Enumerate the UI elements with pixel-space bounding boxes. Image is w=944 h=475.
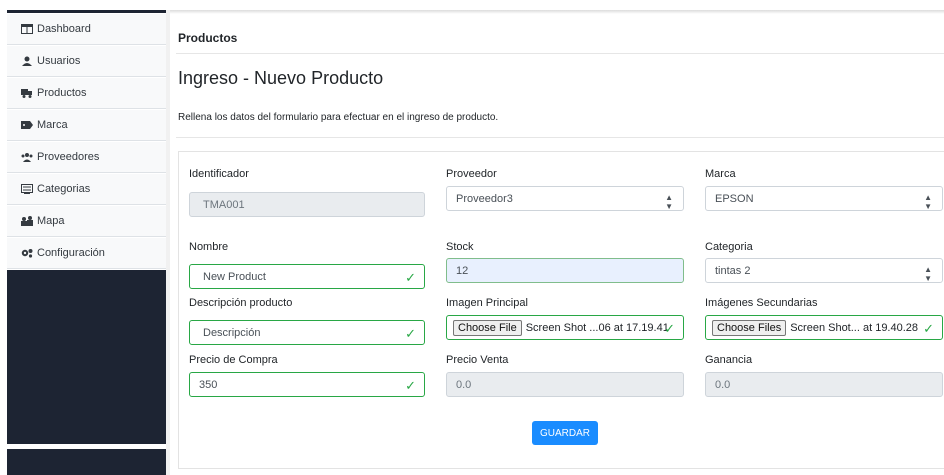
users-icon (21, 152, 33, 162)
stock-label: Stock (446, 241, 474, 253)
breadcrumb: Productos (178, 31, 238, 45)
sidebar-item-marca[interactable]: Marca (7, 110, 166, 141)
truck-icon (21, 88, 33, 98)
sidebar-item-label: Categorias (37, 183, 91, 195)
check-icon: ✓ (405, 378, 416, 393)
map-people-icon (21, 216, 33, 226)
sidebar-item-mapa[interactable]: Mapa (7, 206, 166, 237)
sidebar-item-label: Configuración (37, 247, 105, 259)
divider (176, 53, 944, 54)
user-icon (21, 56, 33, 66)
tag-icon (21, 120, 33, 130)
choose-files-button[interactable]: Choose Files (712, 319, 787, 336)
imagen-principal-input[interactable]: Choose File Screen Shot ...06 at 17.19.4… (446, 315, 684, 340)
sidebar-item-label: Marca (37, 119, 68, 131)
stock-value: 12 (456, 264, 469, 277)
categoria-select[interactable]: tintas 2 ▲ ▼ (705, 258, 943, 283)
divider (176, 137, 944, 138)
sidebar-dark-panel (7, 270, 166, 444)
sidebar-item-configuracion[interactable]: Configuración (7, 238, 166, 269)
file-name: Screen Shot... at 19.40.28 (790, 321, 919, 334)
imagen-principal-label: Imagen Principal (446, 297, 528, 309)
precio-venta-label: Precio Venta (446, 354, 509, 366)
content-border (166, 10, 170, 475)
sidebar-item-label: Mapa (37, 215, 65, 227)
table-icon (21, 24, 33, 34)
check-icon: ✓ (664, 321, 675, 336)
sidebar-item-productos[interactable]: Productos (7, 78, 166, 109)
check-icon: ✓ (405, 326, 416, 341)
stock-field[interactable]: 12 (446, 258, 684, 283)
precio-venta-field: 0.0 (446, 372, 684, 397)
precio-compra-value: 350 (199, 378, 218, 391)
sidebar-item-label: Usuarios (37, 55, 81, 67)
sidebar-item-label: Dashboard (37, 23, 91, 35)
ganancia-field: 0.0 (705, 372, 943, 397)
imagenes-secundarias-input[interactable]: Choose Files Screen Shot... at 19.40.28 … (705, 315, 943, 340)
sidebar-item-dashboard[interactable]: Dashboard (7, 14, 166, 45)
identificador-value: TMA001 (203, 198, 245, 211)
proveedor-value: Proveedor3 (456, 192, 513, 205)
header-shadow (166, 10, 944, 14)
descripcion-field[interactable]: Descripción ✓ (189, 320, 425, 345)
list-icon (21, 184, 33, 194)
sidebar-item-usuarios[interactable]: Usuarios (7, 46, 166, 77)
marca-select[interactable]: EPSON ▲ ▼ (705, 186, 943, 211)
sidebar-item-label: Proveedores (37, 151, 100, 163)
gear-icon (21, 248, 33, 258)
precio-venta-value: 0.0 (456, 378, 472, 391)
marca-value: EPSON (715, 192, 754, 205)
proveedor-select[interactable]: Proveedor3 ▲ ▼ (446, 186, 684, 211)
file-name: Screen Shot ...06 at 17.19.41 (525, 321, 669, 334)
nombre-value: New Product (203, 270, 266, 283)
sidebar-item-proveedores[interactable]: Proveedores (7, 142, 166, 173)
precio-compra-field[interactable]: 350 ✓ (189, 372, 425, 397)
sidebar-item-categorias[interactable]: Categorias (7, 174, 166, 205)
identificador-field: TMA001 (189, 192, 425, 217)
identificador-label: Identificador (189, 168, 249, 180)
nombre-label: Nombre (189, 241, 229, 253)
categoria-value: tintas 2 (715, 264, 751, 277)
choose-file-button[interactable]: Choose File (453, 319, 522, 336)
ganancia-value: 0.0 (715, 378, 731, 391)
sidebar-top-bar (7, 10, 166, 13)
descripcion-value: Descripción (203, 326, 261, 339)
categoria-label: Categoria (705, 241, 753, 253)
page-description: Rellena los datos del formulario para ef… (178, 112, 499, 123)
sidebar-item-label: Productos (37, 87, 87, 99)
nombre-field[interactable]: New Product ✓ (189, 264, 425, 289)
select-caret-icon: ▲ ▼ (665, 193, 673, 211)
check-icon: ✓ (923, 321, 934, 336)
descripcion-label: Descripción producto (189, 297, 293, 309)
imagenes-secundarias-label: Imágenes Secundarias (705, 297, 818, 309)
select-caret-icon: ▲ ▼ (924, 193, 932, 211)
precio-compra-label: Precio de Compra (189, 354, 278, 366)
marca-label: Marca (705, 168, 736, 180)
sidebar-dark-footer (7, 449, 166, 475)
proveedor-label: Proveedor (446, 168, 497, 180)
ganancia-label: Ganancia (705, 354, 753, 366)
select-caret-icon: ▲ ▼ (924, 265, 932, 283)
check-icon: ✓ (405, 270, 416, 285)
page-title: Ingreso - Nuevo Producto (178, 68, 384, 88)
guardar-button[interactable]: GUARDAR (532, 421, 598, 445)
